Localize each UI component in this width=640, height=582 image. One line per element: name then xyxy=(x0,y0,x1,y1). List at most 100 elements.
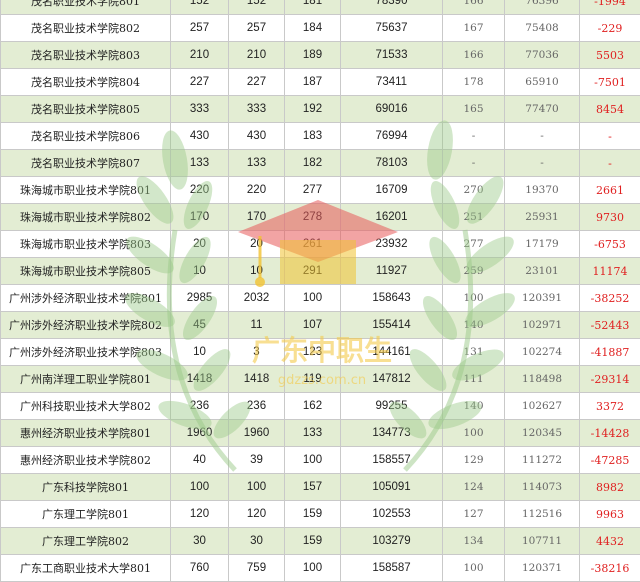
table-row: 珠海城市职业技术学院80217017027816201251259319730 xyxy=(1,204,640,231)
rank-change-cell: -1994 xyxy=(580,0,640,15)
table-row: 广东理工学院8011201201591025531271125169963 xyxy=(1,501,640,528)
admit-count-cell: 133 xyxy=(229,150,285,177)
prev-score-cell: 124 xyxy=(443,474,505,501)
prev-rank-cell: 76396 xyxy=(505,0,580,15)
min-score-cell: 162 xyxy=(285,393,341,420)
admit-count-cell: 20 xyxy=(229,231,285,258)
plan-count-cell: 100 xyxy=(171,474,229,501)
min-score-cell: 181 xyxy=(285,0,341,15)
prev-rank-cell: 120371 xyxy=(505,555,580,582)
min-rank-cell: 102553 xyxy=(341,501,443,528)
admit-count-cell: 430 xyxy=(229,123,285,150)
plan-count-cell: 430 xyxy=(171,123,229,150)
min-score-cell: 100 xyxy=(285,555,341,582)
college-cell: 广州涉外经济职业技术学院801 xyxy=(1,285,171,312)
plan-count-cell: 10 xyxy=(171,339,229,366)
rank-change-cell: 5503 xyxy=(580,42,640,69)
min-score-cell: 277 xyxy=(285,177,341,204)
college-cell: 广东科技学院801 xyxy=(1,474,171,501)
min-rank-cell: 75637 xyxy=(341,15,443,42)
table-body: 茂名职业技术学院8011521521817839016676396-1994茂名… xyxy=(1,0,640,582)
rank-change-cell: -29314 xyxy=(580,366,640,393)
rank-change-cell: 2661 xyxy=(580,177,640,204)
min-rank-cell: 155414 xyxy=(341,312,443,339)
college-cell: 广州南洋理工职业学院801 xyxy=(1,366,171,393)
admit-count-cell: 759 xyxy=(229,555,285,582)
rank-change-cell: -38216 xyxy=(580,555,640,582)
prev-score-cell: 167 xyxy=(443,15,505,42)
min-score-cell: 159 xyxy=(285,501,341,528)
plan-count-cell: 220 xyxy=(171,177,229,204)
admit-count-cell: 152 xyxy=(229,0,285,15)
admit-count-cell: 257 xyxy=(229,15,285,42)
prev-score-cell: 165 xyxy=(443,96,505,123)
min-score-cell: 192 xyxy=(285,96,341,123)
college-cell: 茂名职业技术学院803 xyxy=(1,42,171,69)
min-rank-cell: 11927 xyxy=(341,258,443,285)
admit-count-cell: 1418 xyxy=(229,366,285,393)
min-rank-cell: 16201 xyxy=(341,204,443,231)
table-row: 惠州经济职业技术学院80119601960133134773100120345-… xyxy=(1,420,640,447)
college-cell: 茂名职业技术学院801 xyxy=(1,0,171,15)
prev-score-cell: - xyxy=(443,150,505,177)
rank-change-cell: 11174 xyxy=(580,258,640,285)
prev-rank-cell: 77470 xyxy=(505,96,580,123)
table-row: 珠海城市职业技术学院8051010291119272592310111174 xyxy=(1,258,640,285)
prev-rank-cell: 75408 xyxy=(505,15,580,42)
min-rank-cell: 73411 xyxy=(341,69,443,96)
min-rank-cell: 23932 xyxy=(341,231,443,258)
min-score-cell: 157 xyxy=(285,474,341,501)
college-cell: 广东工商职业技术大学801 xyxy=(1,555,171,582)
college-cell: 珠海城市职业技术学院801 xyxy=(1,177,171,204)
min-score-cell: 261 xyxy=(285,231,341,258)
prev-rank-cell: 114073 xyxy=(505,474,580,501)
prev-rank-cell: 112516 xyxy=(505,501,580,528)
college-cell: 广州涉外经济职业技术学院803 xyxy=(1,339,171,366)
min-score-cell: 133 xyxy=(285,420,341,447)
prev-score-cell: 166 xyxy=(443,0,505,15)
prev-rank-cell: 102274 xyxy=(505,339,580,366)
admission-score-table: 茂名职业技术学院8011521521817839016676396-1994茂名… xyxy=(0,0,640,582)
college-cell: 广东理工学院802 xyxy=(1,528,171,555)
rank-change-cell: -52443 xyxy=(580,312,640,339)
plan-count-cell: 2985 xyxy=(171,285,229,312)
college-cell: 珠海城市职业技术学院805 xyxy=(1,258,171,285)
min-rank-cell: 78390 xyxy=(341,0,443,15)
table-row: 广东理工学院80230301591032791341077114432 xyxy=(1,528,640,555)
college-cell: 广东理工学院801 xyxy=(1,501,171,528)
admit-count-cell: 227 xyxy=(229,69,285,96)
min-score-cell: 119 xyxy=(285,366,341,393)
prev-rank-cell: 102627 xyxy=(505,393,580,420)
prev-score-cell: 100 xyxy=(443,420,505,447)
plan-count-cell: 45 xyxy=(171,312,229,339)
plan-count-cell: 227 xyxy=(171,69,229,96)
admit-count-cell: 10 xyxy=(229,258,285,285)
min-score-cell: 189 xyxy=(285,42,341,69)
table-row: 广东科技学院8011001001571050911241140738982 xyxy=(1,474,640,501)
prev-score-cell: 100 xyxy=(443,285,505,312)
table-row: 茂名职业技术学院80321021018971533166770365503 xyxy=(1,42,640,69)
plan-count-cell: 20 xyxy=(171,231,229,258)
min-score-cell: 100 xyxy=(285,447,341,474)
min-score-cell: 278 xyxy=(285,204,341,231)
prev-score-cell: 178 xyxy=(443,69,505,96)
college-cell: 广州涉外经济职业技术学院802 xyxy=(1,312,171,339)
plan-count-cell: 10 xyxy=(171,258,229,285)
plan-count-cell: 210 xyxy=(171,42,229,69)
prev-rank-cell: 25931 xyxy=(505,204,580,231)
prev-score-cell: 140 xyxy=(443,393,505,420)
college-cell: 茂名职业技术学院805 xyxy=(1,96,171,123)
plan-count-cell: 236 xyxy=(171,393,229,420)
prev-rank-cell: 102971 xyxy=(505,312,580,339)
min-score-cell: 187 xyxy=(285,69,341,96)
min-rank-cell: 105091 xyxy=(341,474,443,501)
min-rank-cell: 76994 xyxy=(341,123,443,150)
table-row: 茂名职业技术学院80643043018376994--- xyxy=(1,123,640,150)
min-rank-cell: 144161 xyxy=(341,339,443,366)
rank-change-cell: 4432 xyxy=(580,528,640,555)
prev-rank-cell: 107711 xyxy=(505,528,580,555)
college-cell: 广州科技职业技术大学802 xyxy=(1,393,171,420)
prev-score-cell: 259 xyxy=(443,258,505,285)
min-score-cell: 107 xyxy=(285,312,341,339)
table-row: 茂名职业技术学院80533333319269016165774708454 xyxy=(1,96,640,123)
